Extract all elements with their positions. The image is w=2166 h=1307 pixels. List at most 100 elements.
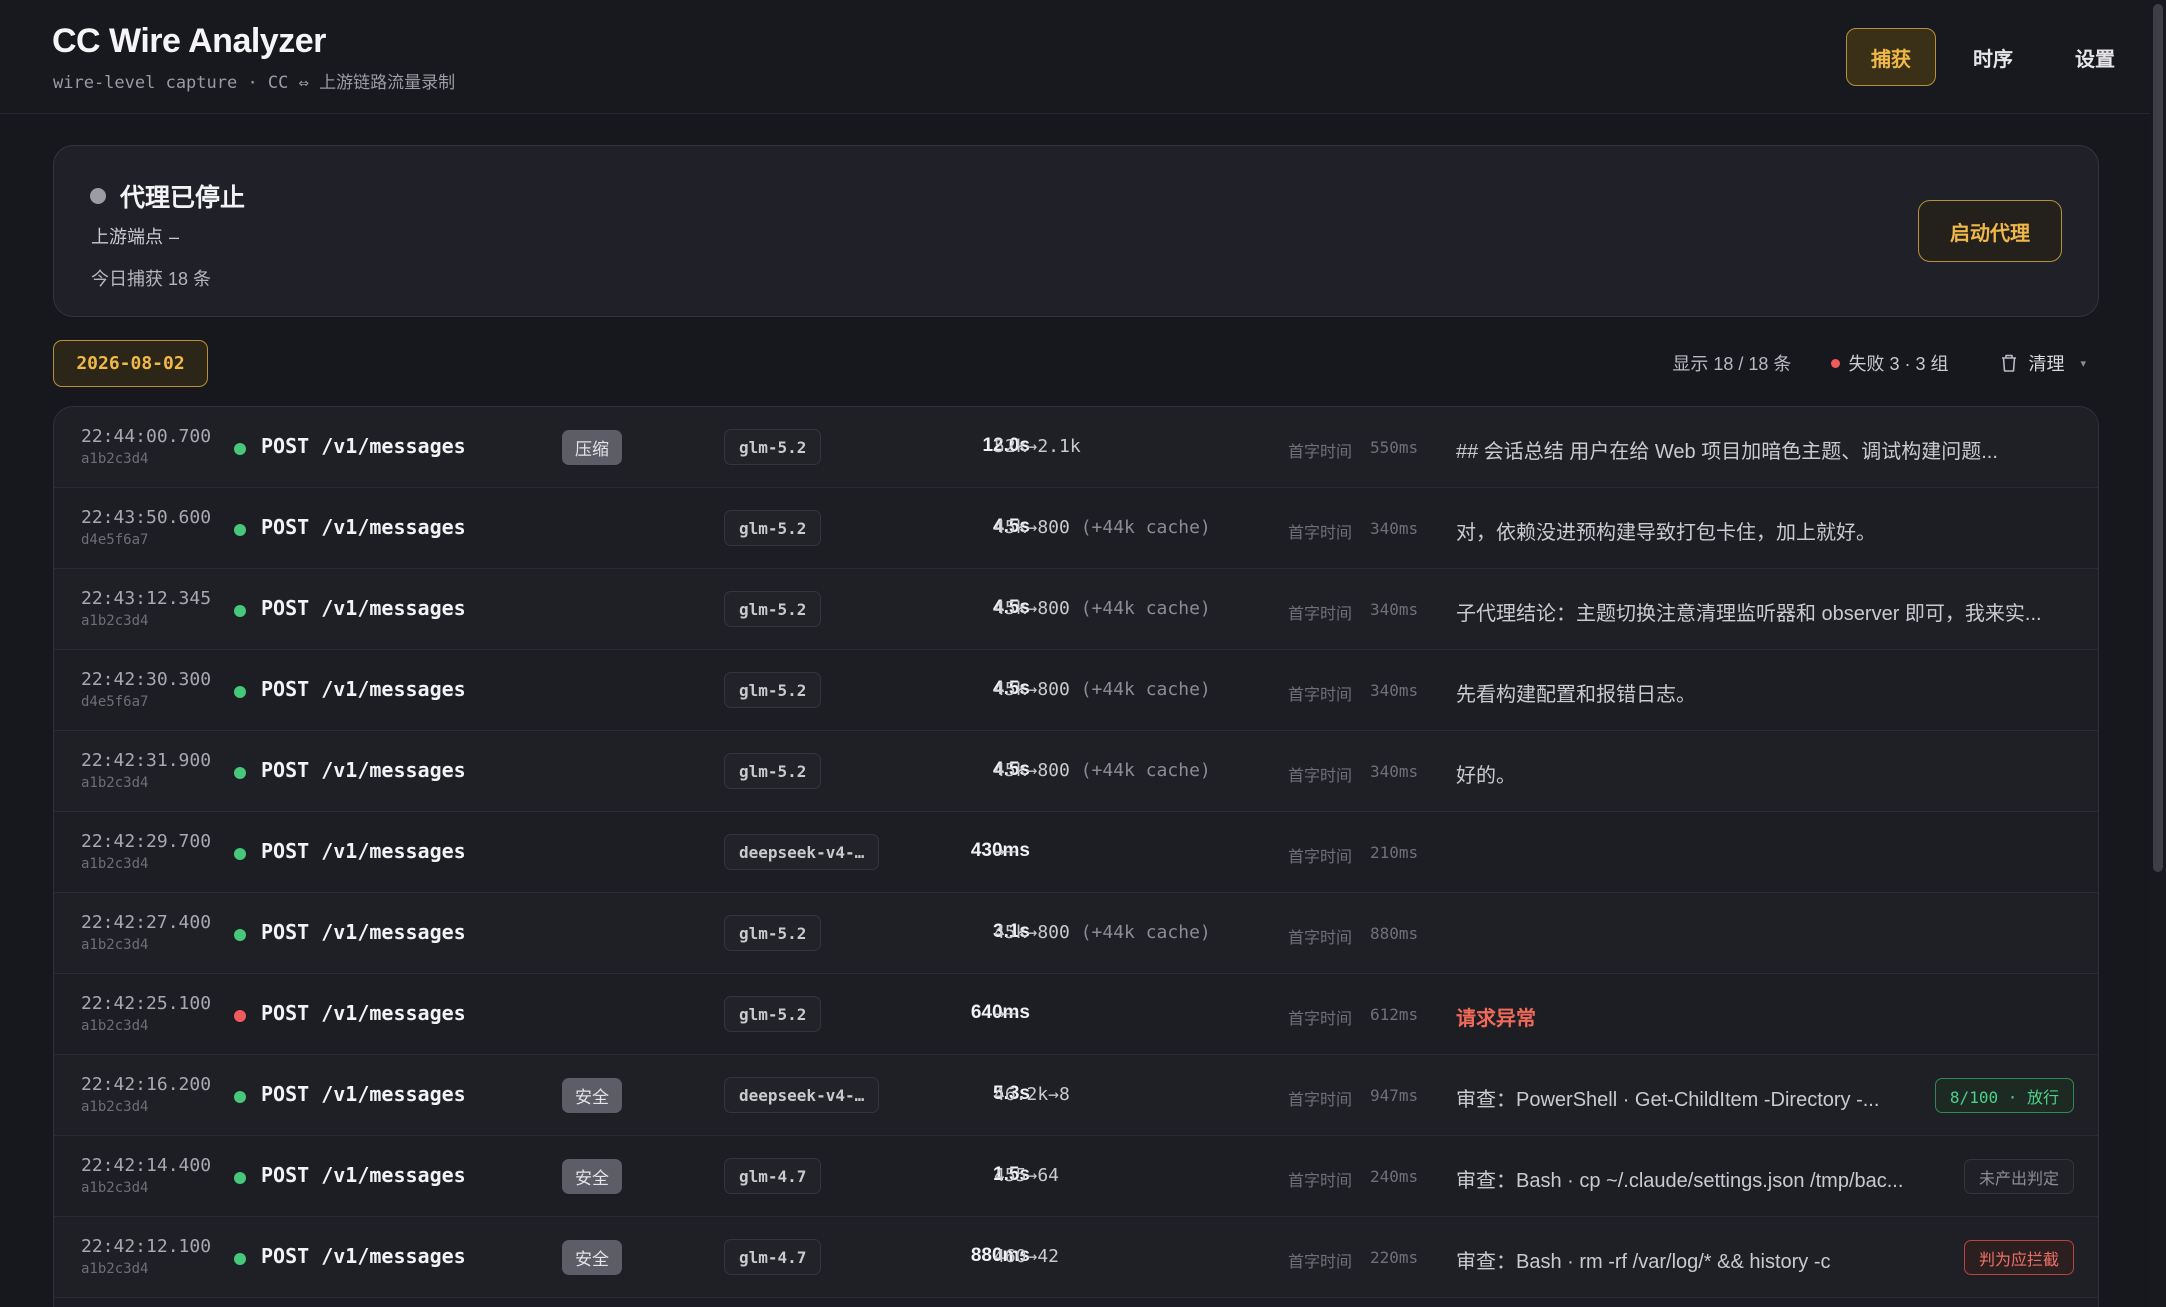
token-cache: (+44k cache) <box>1080 760 1211 781</box>
token-cache: (+44k cache) <box>1080 922 1211 943</box>
tab-capture[interactable]: 捕获 <box>1846 28 1936 86</box>
table-row[interactable]: 22:43:12.345 a1b2c3d4 POST /v1/messages glm… <box>54 569 2098 650</box>
request-method-path: POST /v1/messages <box>261 1163 466 1187</box>
table-row[interactable]: 22:43:50.600 d4e5f6a7 POST /v1/messages glm… <box>54 488 2098 569</box>
table-row[interactable]: 22:42:31.900 a1b2c3d4 POST /v1/messages glm… <box>54 731 2098 812</box>
verdict-badge: 未产出判定 <box>1963 1159 2074 1194</box>
model-badge: glm-5.2 <box>724 510 822 546</box>
response-summary: ## 会话总结 用户在给 Web 项目加暗色主题、调试构建问题... <box>1456 441 1998 463</box>
start-proxy-button[interactable]: 启动代理 <box>1918 200 2062 262</box>
response-summary: 先看构建配置和报错日志。 <box>1456 684 1696 706</box>
ttft-label: 首字时间 <box>1288 1011 1353 1028</box>
ttft-label: 首字时间 <box>1288 687 1353 704</box>
table-row[interactable]: 22:42:14.400 a1b2c3d4 POST /v1/messages 安全 g… <box>54 1136 2098 1217</box>
model-badge: glm-5.2 <box>724 915 822 951</box>
response-summary: 好的。 <box>1456 765 1516 787</box>
verdict-badge: 判为应拦截 <box>1963 1240 2074 1275</box>
ttft-value: 550ms <box>1370 438 1419 457</box>
app-subtitle: wire-level capture · CC ⇔ 上游链路流量录制 <box>53 73 456 93</box>
ttft-value: 340ms <box>1370 762 1419 781</box>
ttft-label: 首字时间 <box>1288 444 1353 461</box>
response-summary: 对，依赖没进预构建导致打包卡住，加上就好。 <box>1456 522 1876 544</box>
request-time: 22:43:50.600 <box>81 507 212 528</box>
request-time: 22:44:00.700 <box>81 426 212 447</box>
tab-timeline[interactable]: 时序 <box>1948 28 2038 86</box>
verdict-badge: 8/100 · 放行 <box>1934 1078 2074 1113</box>
app-root: CC Wire Analyzer wire-level capture · CC… <box>0 0 2166 1307</box>
request-time: 22:42:31.900 <box>81 750 212 771</box>
request-table: 22:44:00.700 a1b2c3d4 POST /v1/messages 压缩 g… <box>53 406 2099 1307</box>
model-badge: glm-5.2 <box>724 996 822 1032</box>
token-usage: →– <box>994 841 1016 862</box>
request-method-path: POST /v1/messages <box>261 596 466 620</box>
status-dot <box>234 929 246 941</box>
model-badge: glm-5.2 <box>724 591 822 627</box>
session-id: d4e5f6a7 <box>81 694 149 710</box>
fail-filter[interactable]: 失败 3 · 3 组 <box>1831 350 1948 376</box>
request-time: 22:42:12.100 <box>81 1236 212 1257</box>
request-time: 22:42:27.400 <box>81 912 212 933</box>
request-method-path: POST /v1/messages <box>261 1001 466 1025</box>
token-cache: (+44k cache) <box>1080 598 1211 619</box>
table-row[interactable]: 22:42:27.400 a1b2c3d4 POST /v1/messages glm… <box>54 893 2098 974</box>
status-dot <box>234 605 246 617</box>
token-in-out: 45k→800 <box>994 598 1070 619</box>
list-toolbar: 显示 18 / 18 条 失败 3 · 3 组 清理 ▾ <box>1672 350 2086 376</box>
table-row[interactable]: 22:42:16.200 a1b2c3d4 POST /v1/messages 安全 d… <box>54 1055 2098 1136</box>
clear-button[interactable]: 清理 ▾ <box>2000 350 2086 376</box>
token-in-out: 45k→800 <box>994 760 1070 781</box>
ttft-value: 220ms <box>1370 1248 1419 1267</box>
request-method-path: POST /v1/messages <box>261 758 466 782</box>
ttft-label: 首字时间 <box>1288 606 1353 623</box>
scrollbar-thumb[interactable] <box>2153 4 2163 872</box>
proxy-status-text: 代理已停止 <box>120 184 246 212</box>
status-dot <box>90 188 106 204</box>
table-row[interactable]: 22:42:25.100 a1b2c3d4 POST /v1/messages glm… <box>54 974 2098 1055</box>
table-row[interactable]: 22:42:12.100 a1b2c3d4 POST /v1/messages 安全 g… <box>54 1217 2098 1298</box>
model-badge: glm-5.2 <box>724 429 822 465</box>
request-time: 22:43:12.345 <box>81 588 212 609</box>
scrollbar[interactable] <box>2150 0 2166 1307</box>
main-nav: 捕获 时序 设置 <box>1846 28 2140 86</box>
trash-icon <box>2002 354 2017 372</box>
ttft-value: 880ms <box>1370 924 1419 943</box>
response-summary: 子代理结论：主题切换注意清理监听器和 observer 即可，我来实... <box>1456 603 2042 625</box>
session-id: a1b2c3d4 <box>81 613 149 629</box>
showing-count: 显示 18 / 18 条 <box>1672 354 1792 374</box>
request-time: 22:42:16.200 <box>81 1074 212 1095</box>
token-usage: 45k→800 (+44k cache) <box>994 922 1211 943</box>
ttft-value: 612ms <box>1370 1005 1419 1024</box>
status-dot <box>234 1091 246 1103</box>
ttft-value: 947ms <box>1370 1086 1419 1105</box>
request-tag-badge: 安全 <box>562 1078 622 1113</box>
token-in-out: 46.2k→8 <box>994 1084 1070 1105</box>
table-row[interactable]: 22:42:30.300 d4e5f6a7 POST /v1/messages glm… <box>54 650 2098 731</box>
status-dot <box>234 1172 246 1184</box>
token-usage: 45k→800 (+44k cache) <box>994 679 1211 700</box>
session-id: d4e5f6a7 <box>81 532 149 548</box>
model-badge: glm-4.7 <box>724 1158 822 1194</box>
proxy-status: 代理已停止 <box>90 178 245 214</box>
model-badge: deepseek-v4-… <box>724 1077 880 1113</box>
tab-settings[interactable]: 设置 <box>2050 28 2140 86</box>
token-in-out: 45k→800 <box>994 922 1070 943</box>
token-in-out: 45k→800 <box>994 517 1070 538</box>
request-method-path: POST /v1/messages <box>261 515 466 539</box>
upstream-label: 上游端点 <box>91 227 163 247</box>
app-header: CC Wire Analyzer wire-level capture · CC… <box>0 0 2150 114</box>
token-in-out: 460→42 <box>994 1246 1060 1267</box>
date-selector[interactable]: 2026-08-02 <box>53 340 208 387</box>
token-usage: →– <box>994 1003 1016 1024</box>
table-row[interactable]: 22:42:29.700 a1b2c3d4 POST /v1/messages dee… <box>54 812 2098 893</box>
status-dot <box>234 1010 246 1022</box>
model-badge: glm-4.7 <box>724 1239 822 1275</box>
status-dot <box>234 443 246 455</box>
ttft-value: 240ms <box>1370 1167 1419 1186</box>
token-usage: 45k→800 (+44k cache) <box>994 517 1211 538</box>
response-summary: 审查：Bash · rm -rf /var/log/* && history -… <box>1456 1251 1831 1273</box>
status-dot <box>234 848 246 860</box>
chevron-down-icon[interactable]: ▾ <box>2080 357 2086 370</box>
request-time: 22:42:25.100 <box>81 993 212 1014</box>
table-row[interactable]: 22:44:00.700 a1b2c3d4 POST /v1/messages 压缩 g… <box>54 407 2098 488</box>
token-in-out: 52k→2.1k <box>994 436 1081 457</box>
